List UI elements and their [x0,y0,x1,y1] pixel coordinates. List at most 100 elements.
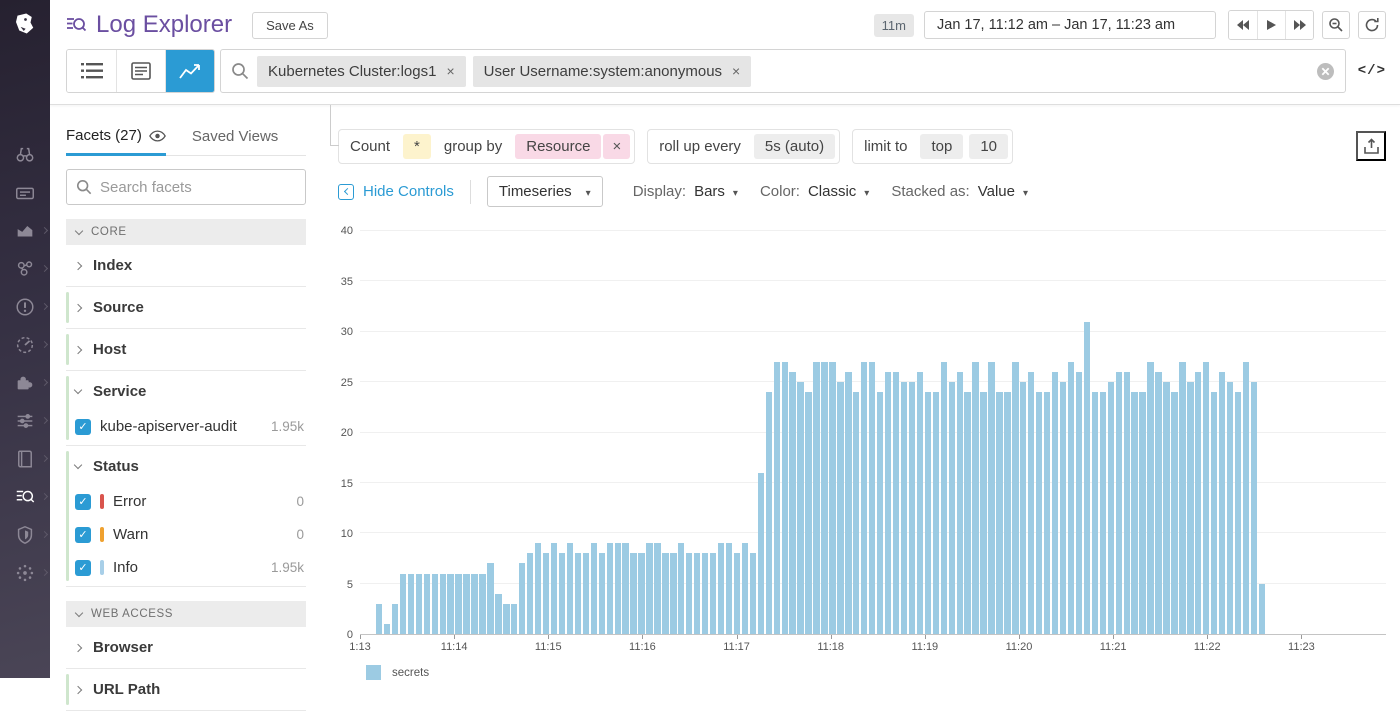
sidebar-item-infrastructure[interactable] [0,250,50,288]
facet-value-row[interactable]: Warn0 [66,520,306,553]
facet-value-row[interactable]: Error0 [66,487,306,520]
sidebar-item-events[interactable] [0,174,50,212]
play-button[interactable] [1257,11,1285,39]
facet-group-header[interactable]: CORE [66,219,306,245]
facet-value-row[interactable]: Info1.95k [66,553,306,586]
chart-bar [1044,392,1050,634]
limit-direction-chip[interactable]: top [920,134,963,159]
chart-bar [670,553,676,634]
facet-host[interactable]: Host [66,329,306,370]
hide-controls-button[interactable]: Hide Controls [338,183,454,200]
time-span-badge[interactable]: 11m [874,14,914,37]
checkbox-checked[interactable] [75,560,91,576]
save-as-button[interactable]: Save As [252,12,328,39]
search-filter-chip[interactable]: User Username:system:anonymous× [473,56,752,87]
checkbox-checked[interactable] [75,527,91,543]
facet-index[interactable]: Index [66,245,306,286]
viz-type-select[interactable]: Timeseries [487,176,603,207]
dog-icon [10,10,40,40]
display-controls-row: Hide Controls Timeseries Display: Bars C… [338,176,1386,207]
shift-forward-button[interactable] [1285,11,1313,39]
chevron-down-icon [74,386,82,394]
remove-filter-icon[interactable]: × [446,63,454,79]
refresh-button[interactable] [1358,11,1386,39]
stacked-as-select[interactable]: Stacked as: Value [891,183,1028,200]
facet-tab-saved-views[interactable]: Saved Views [192,127,278,155]
list-icon [81,62,103,80]
facet-value-row[interactable]: kube-apiserver-audit1.95k [66,412,306,445]
facet-group-header[interactable]: WEB ACCESS [66,601,306,627]
sidebar-item-logs[interactable] [0,478,50,516]
search-input[interactable]: Kubernetes Cluster:logs1×User Username:s… [220,49,1346,93]
facet-service[interactable]: Service [66,371,306,412]
eye-icon [149,130,166,142]
sidebar-item-security[interactable] [0,516,50,554]
stacked-as-value: Value [978,183,1015,200]
sidebar-item-notebooks[interactable] [0,440,50,478]
x-tick-mark [454,635,455,639]
measure-field-chip[interactable]: * [403,134,431,159]
code-view-icon[interactable]: </> [1358,63,1386,79]
display-select[interactable]: Display: Bars [633,183,738,200]
chart-bar [742,543,748,634]
x-tick-label: 1:13 [349,641,370,653]
facet-status[interactable]: Status [66,446,306,487]
sidebar-item-integrations[interactable] [0,364,50,402]
x-tick-mark [642,635,643,639]
facet-source[interactable]: Source [66,287,306,328]
sidebar-item-synthetics[interactable] [0,554,50,592]
group-by-value-chip[interactable]: Resource [515,134,601,159]
limit-value-chip[interactable]: 10 [969,134,1008,159]
facet-search-input[interactable] [100,179,299,196]
log-search-icon [14,486,36,508]
chart-bar [1219,372,1225,634]
x-tick-label: 11:21 [1100,641,1127,653]
zoom-out-button[interactable] [1322,11,1350,39]
query-connector-line [330,105,339,146]
tab-label: Saved Views [192,128,278,145]
chart-bar [1235,392,1241,634]
sidebar-item-metrics[interactable] [0,402,50,440]
chart-bar [941,362,947,634]
search-icon [76,179,92,195]
flyout-chevron-icon [41,303,48,310]
chart-bar [392,604,398,634]
chevron-down-icon [1023,183,1028,200]
sidebar-item-watchdog[interactable] [0,136,50,174]
chart-bar [567,543,573,634]
remove-group-by-button[interactable]: × [603,134,630,159]
checkbox-checked[interactable] [75,494,91,510]
date-range-input[interactable]: Jan 17, 11:12 am – Jan 17, 11:23 am [924,11,1216,39]
status-color-bar [100,494,104,509]
datadog-logo[interactable] [0,0,50,50]
sidebar-item-apm[interactable] [0,326,50,364]
flyout-chevron-icon [41,227,48,234]
facet-url-path[interactable]: URL Path [66,669,306,710]
chart-bar [646,543,652,634]
chart-plot-area[interactable] [360,231,1386,635]
checkbox-checked[interactable] [75,419,91,435]
facet-search-field[interactable] [66,169,306,205]
rollup-value-chip[interactable]: 5s (auto) [754,134,835,159]
sidebar-item-dashboards[interactable] [0,212,50,250]
search-filter-chip[interactable]: Kubernetes Cluster:logs1× [257,56,466,87]
list-view-button[interactable] [67,50,116,92]
chart-bar [1147,362,1153,634]
chart-bar [893,372,899,634]
timeseries-view-button[interactable] [165,50,214,92]
chevron-down-icon [75,226,83,234]
sidebar-item-monitors[interactable] [0,288,50,326]
chart-bar [789,372,795,634]
chart-bar [424,574,430,634]
facet-browser[interactable]: Browser [66,627,306,668]
chevron-right-icon [74,261,82,269]
shift-back-button[interactable] [1229,11,1257,39]
chart-bar [622,543,628,634]
remove-filter-icon[interactable]: × [732,63,740,79]
x-tick-mark [737,635,738,639]
export-button[interactable] [1356,131,1386,161]
detail-list-view-button[interactable] [116,50,165,92]
clear-search-icon[interactable] [1316,62,1335,81]
facet-tab-facets[interactable]: Facets (27) [66,127,166,156]
color-select[interactable]: Color: Classic [760,183,869,200]
